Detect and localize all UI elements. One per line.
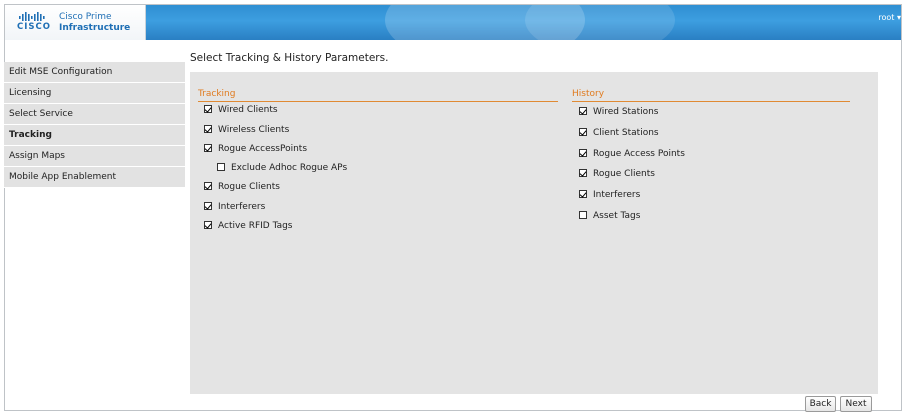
wired-stations-checkbox[interactable] bbox=[579, 106, 587, 115]
sidebar-item-mobile-app-enablement[interactable]: Mobile App Enablement bbox=[4, 167, 185, 188]
app-header: CISCO Cisco Prime Infrastructure root ▾ bbox=[5, 5, 901, 40]
rogue-accesspoints-checkbox[interactable] bbox=[204, 143, 212, 152]
history-option-rogue-access-points[interactable]: Rogue Access Points bbox=[579, 148, 685, 160]
sidebar-item-assign-maps[interactable]: Assign Maps bbox=[4, 146, 185, 167]
header-decoration bbox=[525, 5, 675, 40]
active-rfid-tags-label: Active RFID Tags bbox=[218, 221, 293, 231]
asset-tags-label: Asset Tags bbox=[593, 211, 641, 221]
active-rfid-tags-checkbox[interactable] bbox=[204, 220, 212, 229]
brand-wordmark: CISCO bbox=[17, 22, 51, 32]
exclude-adhoc-checkbox[interactable] bbox=[217, 162, 225, 171]
history-option-rogue-clients[interactable]: Rogue Clients bbox=[579, 168, 655, 180]
history-interferers-checkbox[interactable] bbox=[579, 189, 587, 198]
product-name-line1: Cisco Prime bbox=[59, 12, 112, 22]
page-title: Select Tracking & History Parameters. bbox=[190, 52, 389, 64]
exclude-adhoc-label: Exclude Adhoc Rogue APs bbox=[231, 163, 348, 173]
history-option-asset-tags[interactable]: Asset Tags bbox=[579, 210, 640, 222]
asset-tags-checkbox[interactable] bbox=[579, 210, 587, 219]
tracking-option-exclude-adhoc[interactable]: Exclude Adhoc Rogue APs bbox=[217, 162, 347, 174]
sidebar-item-licensing[interactable]: Licensing bbox=[4, 83, 185, 104]
rogue-access-points-checkbox[interactable] bbox=[579, 148, 587, 157]
tracking-option-rogue-accesspoints[interactable]: Rogue AccessPoints bbox=[204, 143, 307, 155]
rogue-access-points-label: Rogue Access Points bbox=[593, 149, 685, 159]
sidebar-item-tracking[interactable]: Tracking bbox=[4, 125, 185, 146]
interferers-label: Interferers bbox=[218, 202, 266, 212]
wireless-clients-checkbox[interactable] bbox=[204, 124, 212, 133]
wired-stations-label: Wired Stations bbox=[593, 107, 659, 117]
wired-clients-checkbox[interactable] bbox=[204, 104, 212, 113]
tracking-option-active-rfid-tags[interactable]: Active RFID Tags bbox=[204, 220, 293, 232]
back-button[interactable]: Back bbox=[805, 396, 836, 412]
wireless-clients-label: Wireless Clients bbox=[218, 125, 290, 135]
history-rogue-clients-checkbox[interactable] bbox=[579, 168, 587, 177]
client-stations-checkbox[interactable] bbox=[579, 127, 587, 136]
rogue-clients-label: Rogue Clients bbox=[218, 182, 280, 192]
parameters-panel: Tracking Wired Clients Wireless Clients … bbox=[190, 72, 878, 394]
user-menu[interactable]: root ▾ bbox=[878, 13, 901, 22]
sidebar-item-select-service[interactable]: Select Service bbox=[4, 104, 185, 125]
rogue-accesspoints-label: Rogue AccessPoints bbox=[218, 144, 308, 154]
history-section-title: History bbox=[572, 89, 850, 102]
tracking-option-wireless-clients[interactable]: Wireless Clients bbox=[204, 124, 289, 136]
history-option-client-stations[interactable]: Client Stations bbox=[579, 127, 659, 139]
tracking-option-wired-clients[interactable]: Wired Clients bbox=[204, 104, 278, 116]
history-rogue-clients-label: Rogue Clients bbox=[593, 169, 655, 179]
cisco-bars-icon bbox=[19, 12, 45, 21]
product-name-line2: Infrastructure bbox=[59, 23, 131, 33]
logo[interactable]: CISCO Cisco Prime Infrastructure bbox=[5, 5, 146, 40]
history-interferers-label: Interferers bbox=[593, 190, 641, 200]
tracking-section-title: Tracking bbox=[198, 89, 558, 102]
sidebar-item-edit-mse-configuration[interactable]: Edit MSE Configuration bbox=[4, 62, 185, 83]
wizard-sidebar: Edit MSE Configuration Licensing Select … bbox=[4, 62, 185, 188]
history-option-wired-stations[interactable]: Wired Stations bbox=[579, 106, 659, 118]
history-option-interferers[interactable]: Interferers bbox=[579, 189, 640, 201]
rogue-clients-checkbox[interactable] bbox=[204, 181, 212, 190]
next-button[interactable]: Next bbox=[840, 396, 872, 412]
tracking-option-interferers[interactable]: Interferers bbox=[204, 201, 265, 213]
user-name: root bbox=[878, 13, 895, 22]
interferers-checkbox[interactable] bbox=[204, 201, 212, 210]
chevron-down-icon: ▾ bbox=[896, 13, 901, 22]
client-stations-label: Client Stations bbox=[593, 128, 659, 138]
tracking-option-rogue-clients[interactable]: Rogue Clients bbox=[204, 181, 280, 193]
wired-clients-label: Wired Clients bbox=[218, 105, 278, 115]
